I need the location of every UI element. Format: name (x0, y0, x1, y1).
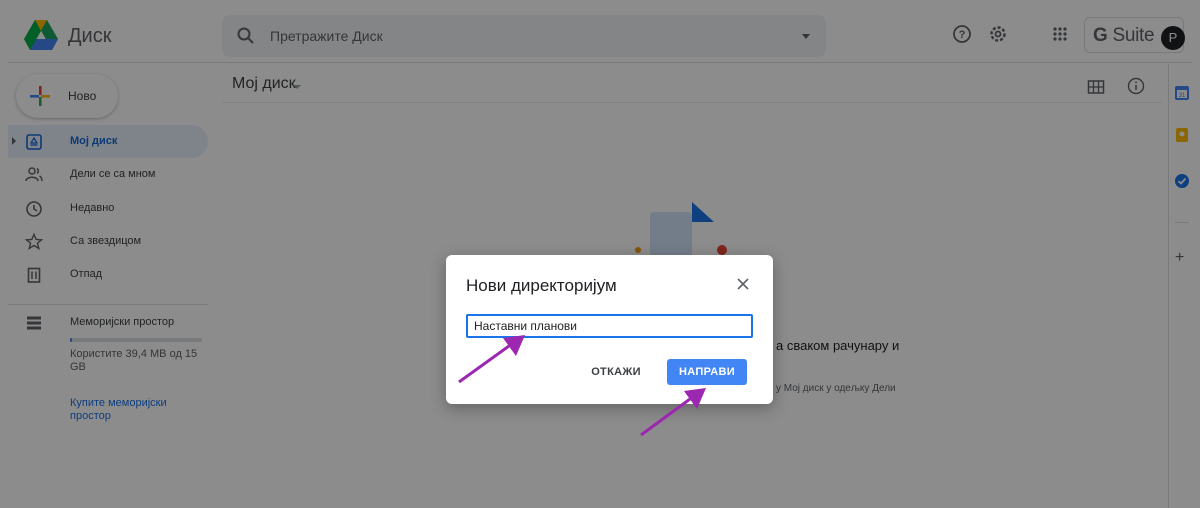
cancel-button[interactable]: ОТКАЖИ (584, 359, 648, 385)
new-folder-dialog: Нови директоријум ОТКАЖИ НАПРАВИ (446, 255, 773, 404)
dialog-title: Нови директоријум (466, 276, 617, 295)
modal-overlay (0, 0, 1200, 508)
folder-name-input[interactable] (466, 314, 753, 338)
create-button[interactable]: НАПРАВИ (667, 359, 747, 385)
close-icon[interactable] (736, 277, 750, 291)
